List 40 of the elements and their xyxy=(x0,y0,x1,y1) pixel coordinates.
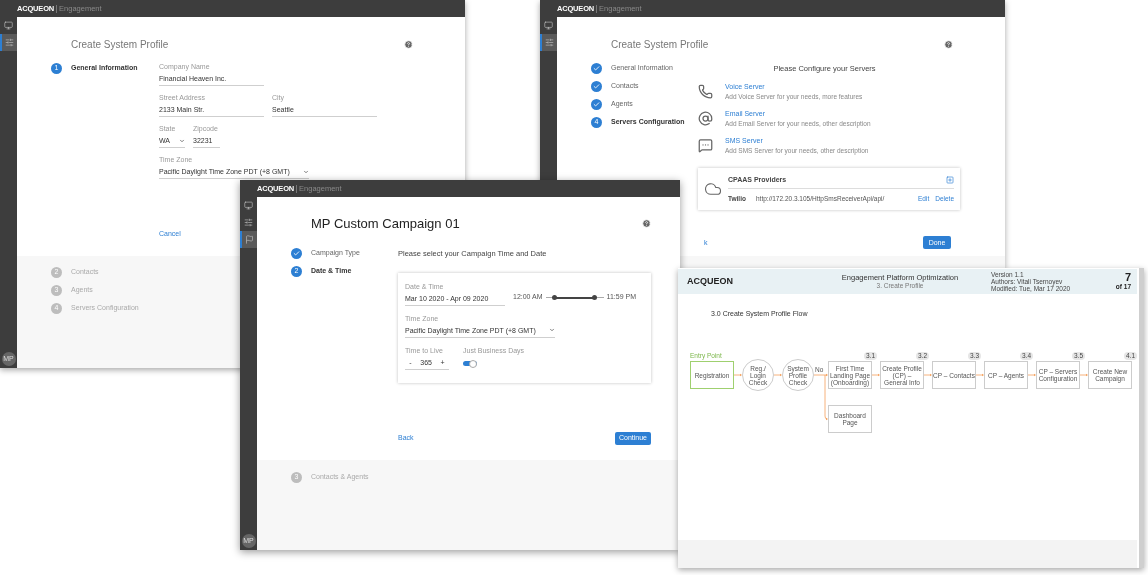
sliders-icon xyxy=(545,38,554,47)
connector-arrow xyxy=(1079,373,1088,377)
connector-arrow xyxy=(1027,373,1036,377)
scrollbar[interactable] xyxy=(1139,268,1144,568)
flag-icon xyxy=(245,235,254,244)
caret-icon xyxy=(179,137,185,144)
brand-logo: ACQUEON xyxy=(687,274,734,288)
step-check xyxy=(291,247,302,259)
page-title: MP Custom Campaign 01 xyxy=(311,215,460,233)
monitor-icon xyxy=(4,21,13,30)
connector-arrow xyxy=(871,373,880,377)
phone-icon xyxy=(698,84,713,100)
slider-thumb[interactable] xyxy=(552,295,558,300)
monitor-icon xyxy=(244,201,253,210)
page-number: 7 xyxy=(1124,272,1131,283)
sidebar-item[interactable] xyxy=(540,34,557,51)
step-check xyxy=(591,99,602,110)
toggle-switch[interactable] xyxy=(463,359,477,368)
caret-icon xyxy=(303,168,309,175)
page-title: Create System Profile xyxy=(71,38,169,52)
sliders-icon xyxy=(244,218,253,227)
chat-bubble-icon xyxy=(698,138,713,154)
sidebar-item[interactable] xyxy=(240,231,257,248)
step-check xyxy=(591,81,602,92)
add-icon[interactable] xyxy=(946,175,954,184)
monitor-icon xyxy=(544,21,553,30)
caret-icon xyxy=(549,327,555,334)
at-sign-icon xyxy=(698,111,713,127)
connector-arrow xyxy=(773,373,782,377)
connector-arrow xyxy=(923,373,932,377)
help-icon[interactable] xyxy=(642,219,651,229)
page-title: Create System Profile xyxy=(611,38,709,52)
connector-arrow xyxy=(733,373,742,377)
connector-arrow xyxy=(975,373,984,377)
sidebar-item[interactable] xyxy=(0,34,17,51)
sliders-icon xyxy=(5,38,14,47)
step-check xyxy=(591,63,602,74)
slider-thumb[interactable] xyxy=(591,295,597,300)
help-icon[interactable] xyxy=(944,40,953,49)
help-icon[interactable] xyxy=(404,40,413,49)
